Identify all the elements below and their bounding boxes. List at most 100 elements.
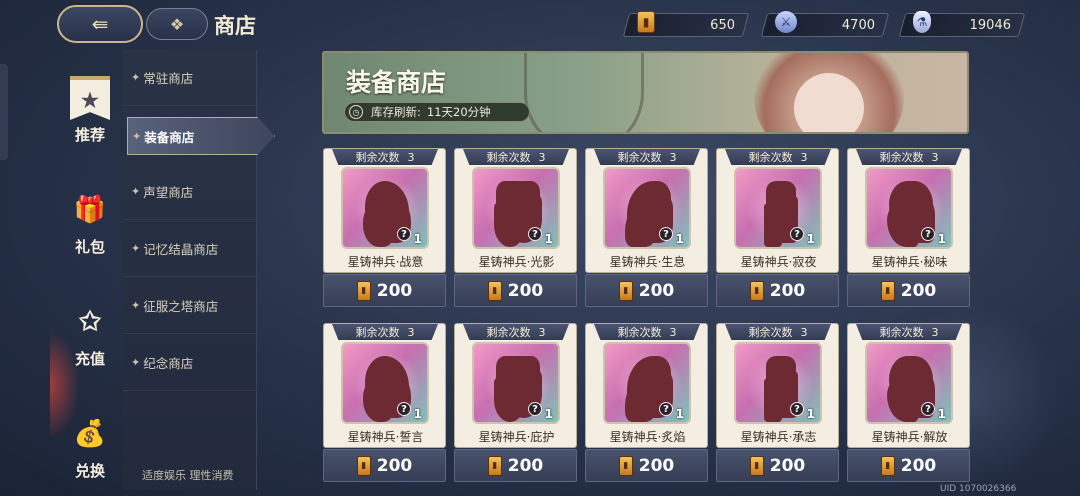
buy-button[interactable]: ▮ 200 — [847, 274, 970, 307]
remaining-count-tab: 剩余次数 3 — [725, 324, 831, 340]
left-edge-handle[interactable] — [0, 64, 8, 160]
refresh-timer: ◷ 库存刷新: 11天20分钟 — [344, 102, 530, 122]
item-card[interactable]: 剩余次数 3? 1 星铸神兵·承志 ▮ 200 — [716, 323, 839, 482]
card-body: 剩余次数 3? 1 星铸神兵·誓言 — [323, 323, 446, 448]
user-id: UID 1070026366 — [940, 484, 1017, 494]
submenu-item-permanent[interactable]: ✦ 常驻商店 — [123, 50, 257, 106]
item-card[interactable]: 剩余次数 3? 1 星铸神兵·光影 ▮ 200 — [454, 148, 577, 307]
item-image[interactable]: ? 1 — [865, 342, 953, 424]
banner-star-icon: ★ — [70, 76, 110, 120]
item-card[interactable]: 剩余次数 3? 1 星铸神兵·战意 ▮ 200 — [323, 148, 446, 307]
home-button[interactable]: ❖ — [146, 8, 208, 40]
submenu-item-memory-crystal[interactable]: ✦ 记忆结晶商店 — [123, 221, 257, 277]
question-mark-icon[interactable]: ? — [397, 227, 411, 241]
item-quantity: 1 — [413, 407, 422, 421]
question-mark-icon[interactable]: ? — [790, 402, 804, 416]
sparkle-icon: ✦ — [131, 71, 141, 84]
category-label: 礼包 — [74, 238, 105, 256]
item-card[interactable]: 剩余次数 3? 1 星铸神兵·炙焰 ▮ 200 — [585, 323, 708, 482]
category-gift[interactable]: 🎁 礼包 — [58, 167, 122, 257]
remaining-label: 剩余次数 — [486, 326, 531, 339]
item-card[interactable]: 剩余次数 3? 1 星铸神兵·解放 ▮ 200 — [847, 323, 970, 482]
remaining-count: 3 — [931, 325, 939, 339]
item-card[interactable]: 剩余次数 3? 1 星铸神兵·秘味 ▮ 200 — [847, 148, 970, 307]
buy-button[interactable]: ▮ 200 — [716, 274, 839, 307]
shop-submenu: ✦ 常驻商店 ✦ 装备商店 ✦ 声望商店 ✦ 记忆结晶商店 ✦ 征服之塔商店 ✦… — [123, 50, 275, 490]
item-image[interactable]: ? 1 — [603, 167, 691, 249]
item-name: 星铸神兵·解放 — [871, 430, 948, 444]
ticket-icon: ▮ — [880, 455, 895, 476]
item-quantity: 1 — [806, 407, 815, 421]
item-image[interactable]: ? 1 — [603, 342, 691, 424]
buy-button[interactable]: ▮ 200 — [323, 274, 446, 307]
category-label: 兑换 — [74, 462, 105, 480]
refresh-value: 11天20分钟 — [426, 105, 491, 119]
remaining-count-tab: 剩余次数 3 — [463, 324, 569, 340]
item-image[interactable]: ? 1 — [341, 167, 429, 249]
back-button[interactable]: ⇚ — [57, 5, 143, 43]
submenu-item-commemorative[interactable]: ✦ 纪念商店 — [123, 335, 257, 391]
remaining-label: 剩余次数 — [486, 151, 531, 164]
submenu-item-reputation[interactable]: ✦ 声望商店 — [123, 164, 257, 220]
currency-sword[interactable]: ⚔ 4700 — [760, 11, 890, 37]
item-price: 200 — [769, 280, 806, 301]
submenu-label: 常驻商店 — [143, 71, 194, 86]
question-mark-icon[interactable]: ? — [659, 402, 673, 416]
active-category-glow — [50, 330, 80, 440]
item-name: 星铸神兵·寂夜 — [740, 255, 817, 269]
item-card[interactable]: 剩余次数 3? 1 星铸神兵·生息 ▮ 200 — [585, 148, 708, 307]
item-quantity: 1 — [544, 232, 553, 246]
ticket-icon: ▮ — [880, 280, 895, 301]
remaining-label: 剩余次数 — [617, 151, 662, 164]
category-recommend[interactable]: ★ 推荐 — [58, 55, 122, 145]
refresh-label: 库存刷新: — [371, 105, 421, 119]
item-image[interactable]: ? 1 — [734, 167, 822, 249]
item-image[interactable]: ? 1 — [341, 342, 429, 424]
item-image[interactable]: ? 1 — [865, 167, 953, 249]
banner-chalice-art — [524, 53, 644, 132]
card-body: 剩余次数 3 ? 1 星铸神兵·寂夜 — [716, 148, 839, 273]
remaining-count-tab: 剩余次数 3 — [856, 149, 962, 165]
healthy-gaming-notice: 适度娱乐 理性消费 — [142, 469, 234, 482]
remaining-count: 3 — [407, 325, 415, 339]
buy-button[interactable]: ▮ 200 — [847, 449, 970, 482]
question-mark-icon[interactable]: ? — [790, 227, 804, 241]
question-mark-icon[interactable]: ? — [921, 227, 935, 241]
question-mark-icon[interactable]: ? — [659, 227, 673, 241]
shop-banner: 装备商店 ◷ 库存刷新: 11天20分钟 — [322, 51, 969, 134]
buy-button[interactable]: ▮ 200 — [454, 449, 577, 482]
item-image[interactable]: ? 1 — [472, 342, 560, 424]
item-card[interactable]: 剩余次数 3? 1 星铸神兵·庇护 ▮ 200 — [454, 323, 577, 482]
ticket-icon: ▮ — [637, 11, 655, 33]
item-quantity: 1 — [937, 232, 946, 246]
buy-button[interactable]: ▮ 200 — [323, 449, 446, 482]
submenu-item-conquest-tower[interactable]: ✦ 征服之塔商店 — [123, 278, 257, 334]
question-mark-icon[interactable]: ? — [528, 227, 542, 241]
ticket-icon: ▮ — [487, 280, 502, 301]
currency-ticket[interactable]: ▮ 650 — [622, 11, 750, 37]
buy-button[interactable]: ▮ 200 — [585, 449, 708, 482]
currency-potion[interactable]: ⚗ 19046 — [898, 11, 1026, 37]
buy-button[interactable]: ▮ 200 — [454, 274, 577, 307]
item-name: 星铸神兵·光影 — [478, 255, 555, 269]
gift-icon: 🎁 — [73, 195, 107, 225]
buy-button[interactable]: ▮ 200 — [716, 449, 839, 482]
remaining-label: 剩余次数 — [748, 151, 793, 164]
item-card[interactable]: 剩余次数 3 ? 1 星铸神兵·寂夜 ▮ 200 — [716, 148, 839, 307]
card-body: 剩余次数 3? 1 星铸神兵·生息 — [585, 148, 708, 273]
sparkle-icon: ✦ — [131, 185, 141, 198]
submenu-item-equipment[interactable]: ✦ 装备商店 — [127, 117, 275, 155]
buy-button[interactable]: ▮ 200 — [585, 274, 708, 307]
item-price: 200 — [638, 280, 675, 301]
currency-value: 4700 — [841, 17, 875, 33]
question-mark-icon[interactable]: ? — [397, 402, 411, 416]
currency-value: 19046 — [969, 17, 1011, 33]
item-name: 星铸神兵·战意 — [347, 255, 424, 269]
sparkle-icon: ✦ — [131, 242, 141, 255]
item-image[interactable]: ? 1 — [472, 167, 560, 249]
question-mark-icon[interactable]: ? — [921, 402, 935, 416]
item-card[interactable]: 剩余次数 3? 1 星铸神兵·誓言 ▮ 200 — [323, 323, 446, 482]
question-mark-icon[interactable]: ? — [528, 402, 542, 416]
item-image[interactable]: ? 1 — [734, 342, 822, 424]
remaining-count: 3 — [800, 150, 808, 164]
